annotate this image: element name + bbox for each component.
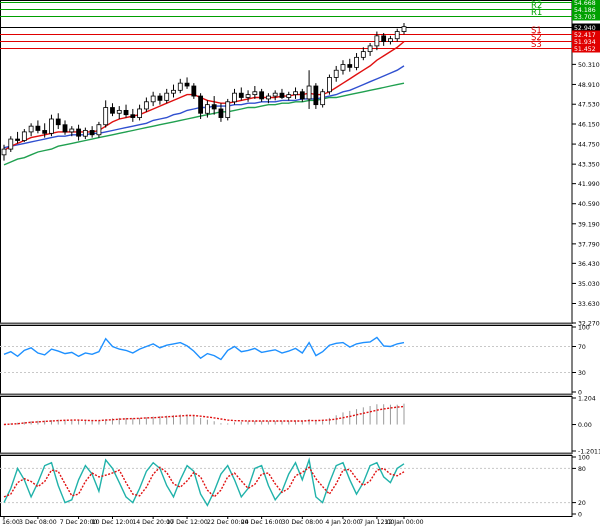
candle-body [177,82,183,91]
price-tick-label: 33.630 [578,301,600,308]
rsi-pane-frame [0,325,573,395]
candle-body [340,64,346,71]
candle-body [62,124,68,133]
stoch-tick-label: 100 [578,455,590,462]
time-tick-label: 30 Dec 08:00 [281,519,323,526]
candle-body [347,64,353,68]
time-tick-label: 4 Jan 20:00 [325,519,360,526]
candle-body [381,35,387,42]
rsi-tick-label: 70 [578,344,586,351]
price-tick-label: 46.150 [578,122,600,129]
candle-body [42,130,48,134]
level-price-label: 51.452 [574,46,596,53]
price-tick-label: 47.530 [578,102,600,109]
candle-body [35,125,41,131]
trading-chart: 50.310 48.910 47.530 46.150 44.750 43.350 41.9… [0,0,600,528]
time-tick-label: 24 Dec 16:00 [241,519,283,526]
stoch-pane-frame [0,455,573,517]
candle-body [225,101,231,118]
candle-body [191,85,197,97]
time-tick-label: 12 Jan 00:00 [384,519,423,526]
candle-body [354,56,359,68]
time-tick-label: 10 Dec 12:00 [92,519,134,526]
candle-body [259,91,265,100]
candle-body [103,107,109,126]
candle-body [150,95,156,103]
candle-body [76,128,81,137]
price-tick-label: 36.430 [578,261,600,268]
price-tick-label: 50.310 [578,62,600,69]
candle-body [204,104,210,114]
candle-body [286,94,292,98]
price-tick-label: 39.190 [578,221,600,228]
candle-body [272,92,278,97]
candle-body [110,107,115,114]
candle-body [69,128,75,133]
candle-body [401,26,407,32]
macd-pane-frame [0,396,573,454]
rsi-tick-label: 30 [578,370,586,377]
price-tick-label: 43.350 [578,162,600,169]
chart-canvas: 50.310 48.910 47.530 46.150 44.750 43.350 41.9… [0,0,600,526]
candle-body [360,51,366,58]
candle-body [198,95,204,114]
candle-body [211,104,217,110]
candle-body [394,31,400,40]
candle-body [306,85,312,100]
candle-body [367,45,373,53]
candle-body [157,95,163,101]
candle-body [299,91,305,100]
candle-body [130,114,136,118]
price-tick-label: 48.910 [578,82,600,89]
candle-body [15,138,20,141]
candle-body [320,91,326,106]
price-tick-label: 40.590 [578,201,600,208]
candle-body [116,109,122,114]
macd-tick-label: 1.204 [578,396,596,403]
candle-body [252,91,258,96]
candle-body [1,148,7,156]
candle-body [96,124,102,136]
candle-body [171,89,176,94]
candle-body [21,131,27,141]
stoch-tick-label: 0 [578,512,582,519]
time-tick-label: 3 Dec 08:00 [19,519,57,526]
price-tick-label: 41.990 [578,181,600,188]
candle-body [8,138,14,150]
candle-body [293,91,298,96]
time-tick-label: 16:00 [2,519,20,526]
candle-body [374,35,380,47]
candle-body [164,92,170,101]
level-name-label: S3 [531,40,542,50]
candle-body [327,77,332,93]
candle-body [123,109,129,116]
price-tick-label: 44.750 [578,142,600,149]
macd-tick-label: 0.00 [578,422,592,429]
level-price-label: 53.703 [574,14,596,21]
stoch-tick-label: 80 [578,466,586,473]
candle-body [279,92,285,98]
time-tick-label: 17 Dec 12:00 [166,519,208,526]
candle-body [333,69,339,78]
candle-body [245,94,251,98]
candle-body [313,85,319,106]
price-tick-label: 35.030 [578,281,600,288]
stoch-tick-label: 20 [578,500,586,507]
candle-body [143,101,149,110]
candle-body [89,130,95,136]
candle-body [28,125,34,133]
level-name-label: R1 [531,8,542,18]
candle-body [82,130,88,137]
candle-body [266,95,271,100]
candle-body [232,92,237,103]
candle-body [388,38,393,42]
candle-body [184,82,190,87]
candle-body [137,108,142,118]
candle-body [218,108,224,118]
candle-body [49,118,54,134]
candle-body [55,118,61,126]
candle-body [238,92,244,98]
rsi-tick-label: 100 [578,325,590,332]
price-tick-label: 37.790 [578,241,600,248]
